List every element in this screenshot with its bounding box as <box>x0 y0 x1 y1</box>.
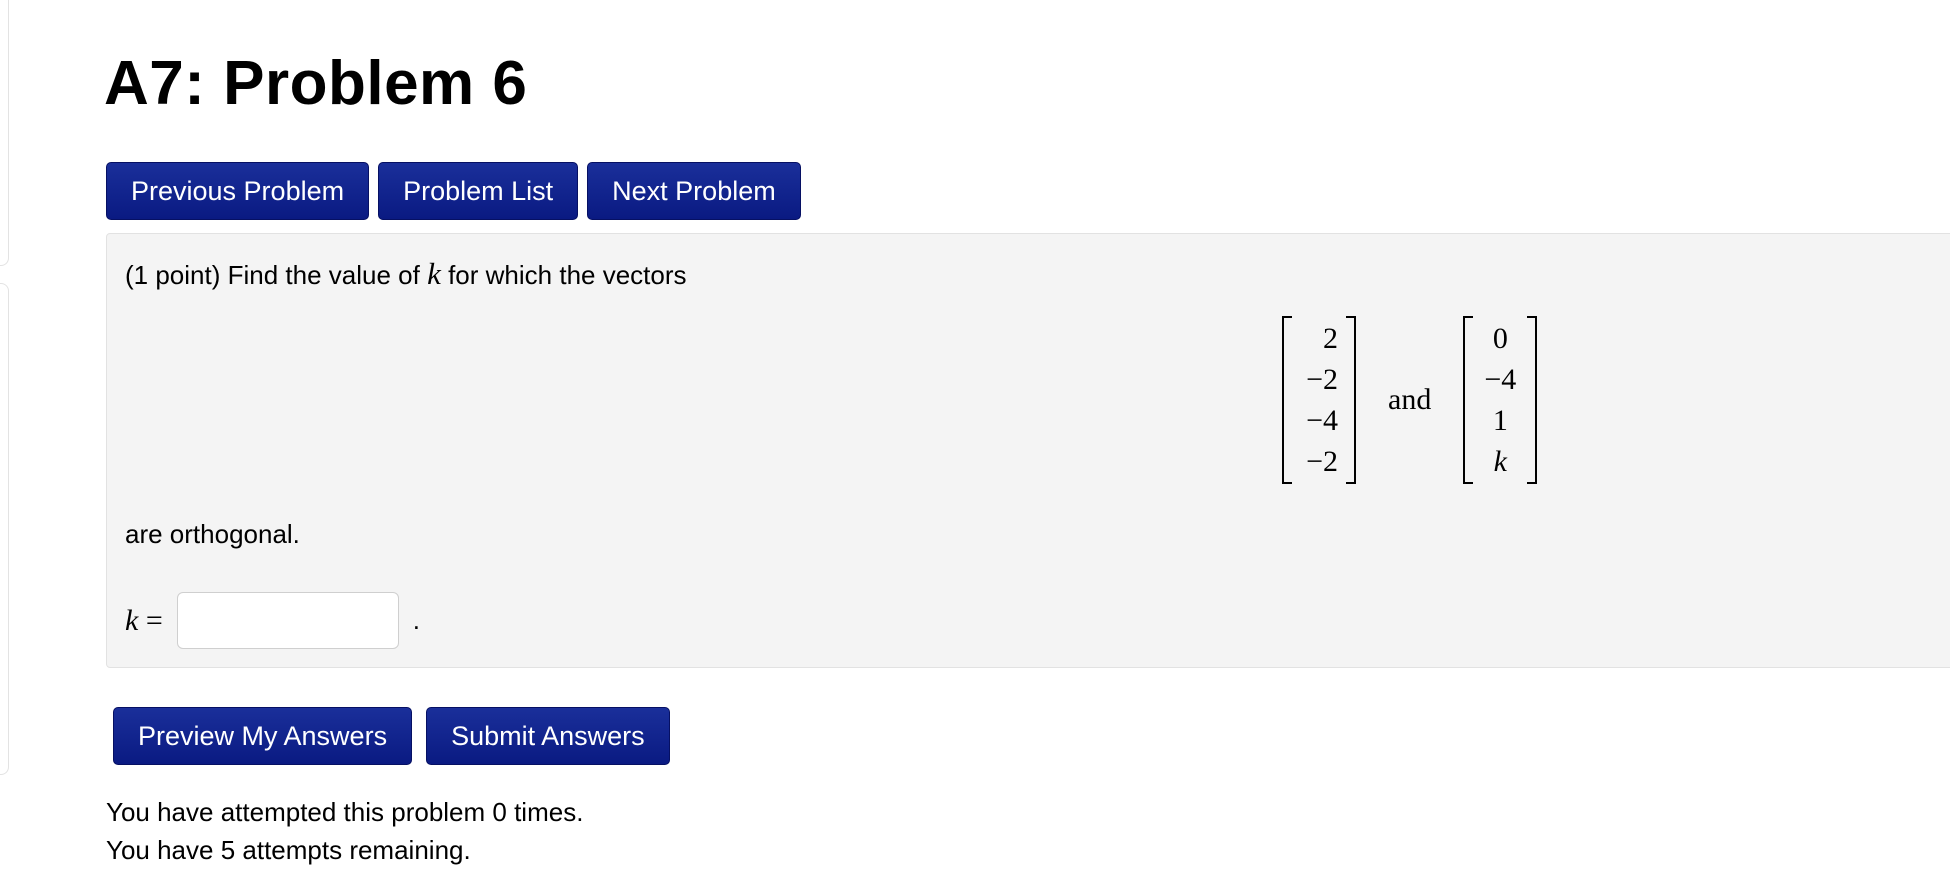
problem-body: (1 point) Find the value of k for which … <box>106 233 1950 668</box>
page-title: A7: Problem 6 <box>104 49 528 118</box>
next-problem-button[interactable]: Next Problem <box>587 162 801 220</box>
vector-b-entry: −4 <box>1484 362 1517 396</box>
vector-a-entry: −2 <box>1306 444 1338 478</box>
vector-b-entry: 1 <box>1492 403 1508 437</box>
vector-a-entry: −4 <box>1306 403 1338 437</box>
answer-input[interactable] <box>176 592 399 649</box>
problem-navigation: Previous Problem Problem List Next Probl… <box>106 162 801 220</box>
side-panel-fragment <box>0 0 9 266</box>
problem-list-button[interactable]: Problem List <box>378 162 579 220</box>
answer-period: . <box>412 605 420 635</box>
attempt-status: You have attempted this problem 0 times.… <box>106 793 583 869</box>
previous-problem-button[interactable]: Previous Problem <box>106 162 370 220</box>
vector-a: 2 −2 −4 −2 <box>1282 316 1356 484</box>
answer-label: k = <box>125 603 163 637</box>
vector-a-entry: 2 <box>1323 321 1338 355</box>
attempts-remaining-text: You have 5 attempts remaining. <box>106 835 471 865</box>
vectors-display: 2 −2 −4 −2 and 0 −4 1 k <box>1282 316 1538 484</box>
attempts-count-text: You have attempted this problem 0 times. <box>106 797 584 827</box>
problem-statement: (1 point) Find the value of k for which … <box>125 256 687 292</box>
vector-b-entry: k <box>1493 444 1507 478</box>
preview-answers-button[interactable]: Preview My Answers <box>113 707 413 765</box>
vector-a-entry: −2 <box>1306 362 1338 396</box>
statement-suffix: for which the vectors <box>448 260 687 290</box>
answer-actions: Preview My Answers Submit Answers <box>113 707 670 765</box>
vector-b-entry: 0 <box>1492 321 1508 355</box>
side-panel-fragment <box>0 283 9 775</box>
variable-k: k <box>427 256 441 291</box>
vector-conjunction: and <box>1388 383 1432 416</box>
problem-conclusion: are orthogonal. <box>125 519 300 549</box>
statement-prefix: (1 point) Find the value of <box>125 260 420 290</box>
vector-b: 0 −4 1 k <box>1463 316 1538 484</box>
submit-answers-button[interactable]: Submit Answers <box>426 707 670 765</box>
answer-row: k = . <box>125 592 420 649</box>
